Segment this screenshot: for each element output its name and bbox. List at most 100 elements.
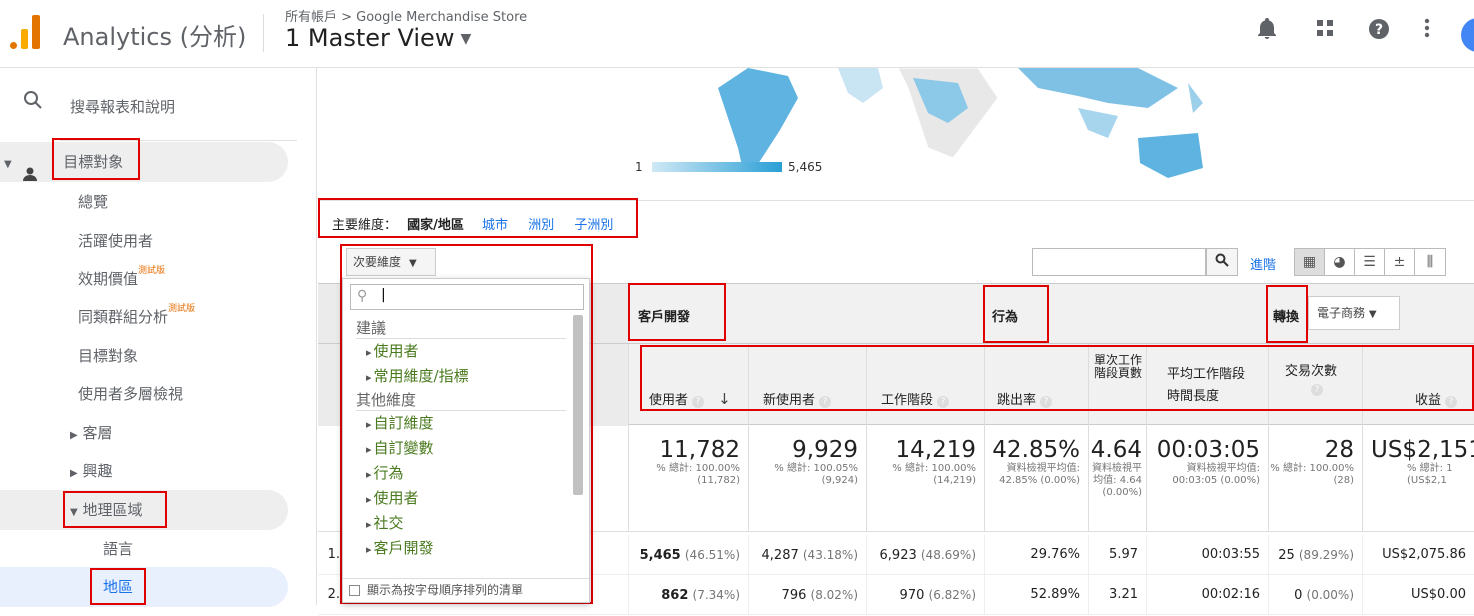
total-avg-session-duration: 00:03:05 資料檢視平均值: 00:03:05 (0.00%) <box>1146 425 1268 532</box>
help-icon[interactable]: ? <box>937 396 950 408</box>
list-item[interactable]: 使用者 <box>356 339 566 364</box>
sidebar-item-geo[interactable]: ▼ 地理區域 <box>0 490 288 530</box>
svg-text:?: ? <box>1375 22 1383 38</box>
col-transactions[interactable]: 交易次數? <box>1268 344 1362 426</box>
avatar[interactable] <box>1461 18 1474 52</box>
list-item[interactable]: 常用維度/指標 <box>356 364 566 389</box>
checkbox[interactable] <box>349 585 360 596</box>
list-item[interactable]: 自訂維度 <box>356 411 566 436</box>
total-users: 11,782% 總計: 100.00% (11,782) <box>628 425 748 532</box>
cell-transactions: 0 (0.00%) <box>1268 575 1362 615</box>
sidebar-item-label: 興趣 <box>82 462 113 480</box>
list-item[interactable]: 自訂變數 <box>356 436 566 461</box>
table-view-icon[interactable]: ▦ <box>1295 249 1325 275</box>
cell-value: 6,923 <box>879 548 917 563</box>
total-value: 11,782 <box>659 437 740 463</box>
sidebar-item-label: 地區 <box>103 578 134 596</box>
list-item[interactable]: 客戶開發 <box>356 536 566 561</box>
group-conversion: 轉換 <box>1273 310 1300 325</box>
col-bounce-rate[interactable]: 跳出率? <box>984 344 1088 426</box>
search-icon: ⚲ <box>357 288 368 304</box>
advanced-link[interactable]: 進階 <box>1250 254 1276 273</box>
sidebar-item-audience[interactable]: ▼ 目標對象 <box>0 142 288 182</box>
bell-icon[interactable] <box>1254 18 1280 44</box>
scrollbar[interactable] <box>573 315 583 495</box>
col-avg-session-duration[interactable]: 平均工作階段時間長度 <box>1146 344 1268 426</box>
ecommerce-select[interactable]: 電子商務 ▼ <box>1308 296 1400 330</box>
sidebar-item-label: 效期價值 <box>78 270 139 288</box>
apps-icon[interactable] <box>1312 18 1338 44</box>
cell-pages: 5.97 <box>1088 535 1146 575</box>
sidebar-item-active-users[interactable]: 活躍使用者 <box>0 221 153 261</box>
help-icon[interactable]: ? <box>1445 396 1458 408</box>
total-value: 9,929 <box>792 437 858 463</box>
dimension-city-link[interactable]: 城市 <box>482 218 508 233</box>
pivot-view-icon[interactable]: ⫼ <box>1415 249 1445 275</box>
search-icon <box>23 90 43 116</box>
comparison-view-icon[interactable]: ± <box>1385 249 1415 275</box>
alphabetical-toggle[interactable]: 顯示為按字母順序排列的清單 <box>343 578 589 602</box>
col-pages-per-session[interactable]: 單次工作階段頁數 <box>1088 344 1146 426</box>
total-value: 14,219 <box>895 437 976 463</box>
total-pages-per-session: 4.64 資料檢視平均值: 4.64 (0.00%) <box>1088 425 1146 532</box>
pie-view-icon[interactable]: ◕ <box>1325 249 1355 275</box>
table-search-input[interactable] <box>1032 248 1206 276</box>
help-icon[interactable]: ? <box>819 396 832 408</box>
secondary-dimension-dropdown: ⚲| 建議 使用者 常用維度/指標 其他維度 自訂維度 自訂變數 行為 使用者 … <box>342 278 590 603</box>
sidebar-item-label: 活躍使用者 <box>78 232 154 250</box>
performance-view-icon[interactable]: ☰ <box>1355 249 1385 275</box>
col-new-users[interactable]: 新使用者? <box>748 344 866 426</box>
sidebar-item-label: 語言 <box>103 540 134 558</box>
sort-down-icon[interactable]: ↓ <box>718 390 731 408</box>
caret-right-icon: ▶ <box>70 430 78 441</box>
list-item[interactable]: 社交 <box>356 511 566 536</box>
col-label: 收益 <box>1415 393 1442 408</box>
divider <box>318 200 1474 201</box>
dimension-continent-link[interactable]: 洲別 <box>528 218 554 233</box>
view-selector[interactable]: 1 Master View ▼ <box>285 24 471 52</box>
caret-down-icon: ▼ <box>70 507 78 518</box>
total-transactions: 28% 總計: 100.00% (28) <box>1268 425 1362 532</box>
top-bar: Analytics (分析) 所有帳戶 > Google Merchandise… <box>0 0 1474 68</box>
footer-label: 顯示為按字母順序排列的清單 <box>367 583 524 597</box>
list-item[interactable]: 使用者 <box>356 486 566 511</box>
view-name: 1 Master View <box>285 24 455 52</box>
sidebar-item-location[interactable]: 地區 <box>0 567 288 607</box>
sidebar-item-audiences[interactable]: 目標對象 <box>0 336 138 376</box>
total-bounce-rate: 42.85% 資料檢視平均值: 42.85% (0.00%) <box>984 425 1088 532</box>
breadcrumb[interactable]: 所有帳戶 > Google Merchandise Store <box>285 6 527 25</box>
help-icon[interactable]: ? <box>1040 396 1053 408</box>
beta-badge: 測試版 <box>138 266 166 276</box>
more-icon[interactable] <box>1414 18 1440 44</box>
sidebar-item-overview[interactable]: 總覽 <box>0 182 108 222</box>
sidebar-item-language[interactable]: 語言 <box>0 529 133 569</box>
dimension-country: 國家/地區 <box>407 218 464 233</box>
sidebar-item-cohort[interactable]: 同類群組分析測試版 <box>0 297 195 337</box>
sidebar-item-user-explorer[interactable]: 使用者多層檢視 <box>0 374 183 414</box>
sidebar-item-label: 客層 <box>82 424 113 442</box>
col-revenue[interactable]: 收益? <box>1362 344 1474 426</box>
col-label: 單次工作階段頁數 <box>1093 353 1142 380</box>
sidebar-search[interactable]: 搜尋報表和說明 <box>0 68 317 140</box>
help-icon[interactable]: ? <box>692 396 705 408</box>
total-new-users: 9,929% 總計: 100.05% (9,924) <box>748 425 866 532</box>
cell-pct: (89.29%) <box>1298 548 1354 562</box>
col-users[interactable]: 使用者? ↓ <box>628 344 748 426</box>
dimension-subcontinent-link[interactable]: 子洲別 <box>574 218 613 233</box>
search-icon[interactable] <box>1206 248 1238 276</box>
secondary-dimension-button[interactable]: 次要維度 ▼ <box>346 248 436 276</box>
dimension-search-input[interactable]: ⚲ | <box>350 284 584 310</box>
sidebar-item-interests[interactable]: ▶ 興趣 <box>0 451 113 491</box>
help-icon[interactable]: ? <box>1311 384 1323 396</box>
sidebar-item-label: 地理區域 <box>82 501 143 519</box>
legend-max: 5,465 <box>788 160 823 174</box>
beta-badge: 測試版 <box>168 304 196 314</box>
sidebar-item-lifetime-value[interactable]: 效期價值測試版 <box>0 259 165 299</box>
list-item[interactable]: 行為 <box>356 461 566 486</box>
help-icon[interactable]: ? <box>1366 18 1392 44</box>
cell-revenue: US$2,075.86 <box>1362 535 1474 575</box>
sidebar-item-demographics[interactable]: ▶ 客層 <box>0 413 113 453</box>
analytics-logo[interactable] <box>10 15 42 49</box>
col-sessions[interactable]: 工作階段? <box>866 344 984 426</box>
secondary-dimension-label: 次要維度 <box>353 255 402 269</box>
